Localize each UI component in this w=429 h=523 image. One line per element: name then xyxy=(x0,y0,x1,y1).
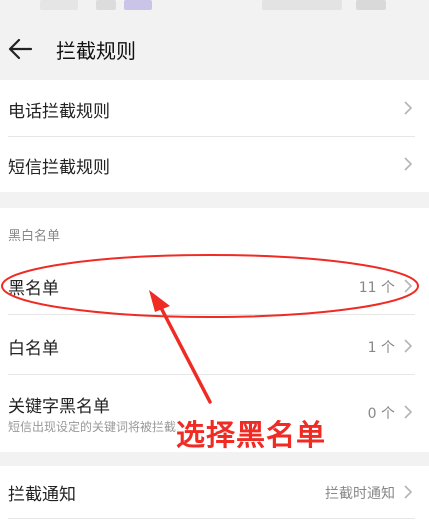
section-title: 黑白名单 xyxy=(8,229,61,244)
chevron-right-icon xyxy=(404,339,413,353)
blacklist-label: 黑名单 xyxy=(8,279,59,299)
notify-card: 拦截通知 拦截时通知 xyxy=(0,466,429,523)
chevron-right-icon xyxy=(404,157,413,171)
block-notify-item[interactable]: 拦截通知 拦截时通知 xyxy=(0,466,429,518)
keyword-blacklist-label: 关键字黑名单 xyxy=(8,397,110,417)
keyword-blacklist-desc: 短信出现设定的关键词将被拦截 xyxy=(8,420,177,434)
divider xyxy=(8,518,415,519)
keyword-blacklist-count: 0 个 xyxy=(367,406,395,422)
chevron-right-icon xyxy=(404,279,413,293)
sms-rules-label: 短信拦截规则 xyxy=(8,158,110,178)
status-blur xyxy=(96,0,116,10)
whitelist-item[interactable]: 白名单 1 个 xyxy=(0,314,429,374)
status-bar xyxy=(0,0,429,18)
phone-rules-label: 电话拦截规则 xyxy=(8,102,110,122)
block-notify-value: 拦截时通知 xyxy=(325,486,395,502)
back-button[interactable] xyxy=(6,36,34,62)
rules-card: 电话拦截规则 短信拦截规则 xyxy=(0,80,429,192)
phone-rules-item[interactable]: 电话拦截规则 xyxy=(0,80,429,136)
status-blur xyxy=(356,0,386,10)
annotation-text: 选择黑名单 xyxy=(176,418,327,452)
sms-rules-item[interactable]: 短信拦截规则 xyxy=(0,136,429,192)
status-blur xyxy=(40,0,78,10)
chevron-right-icon xyxy=(404,485,413,499)
chevron-right-icon xyxy=(404,405,413,419)
page-title: 拦截规则 xyxy=(56,39,136,63)
whitelist-label: 白名单 xyxy=(8,339,59,359)
blacklist-item[interactable]: 黑名单 11 个 xyxy=(0,254,429,314)
arrow-left-icon xyxy=(8,38,33,60)
top-app-bar: 拦截规则 xyxy=(0,18,429,80)
chevron-right-icon xyxy=(404,101,413,115)
block-notify-label: 拦截通知 xyxy=(8,485,76,505)
blacklist-count: 11 个 xyxy=(358,280,395,296)
status-blur xyxy=(124,0,152,10)
status-blur xyxy=(262,0,342,10)
whitelist-count: 1 个 xyxy=(367,340,395,356)
